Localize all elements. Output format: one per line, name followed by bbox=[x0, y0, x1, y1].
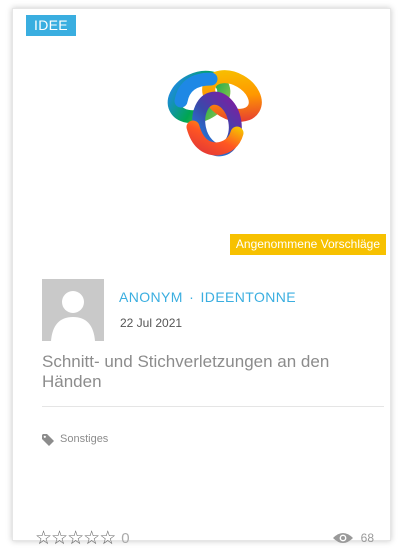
divider bbox=[42, 406, 384, 407]
star-outline-icon[interactable]: ☆ bbox=[51, 529, 68, 548]
star-outline-icon[interactable]: ☆ bbox=[99, 529, 116, 548]
star-outline-icon[interactable]: ☆ bbox=[67, 529, 84, 548]
status-badge: Angenommene Vorschläge bbox=[229, 234, 386, 255]
view-count-value: 68 bbox=[360, 531, 374, 545]
star-outline-icon[interactable]: ☆ bbox=[35, 529, 52, 548]
default-user-avatar-icon bbox=[42, 279, 104, 341]
tag-link[interactable]: Sonstiges bbox=[42, 433, 108, 446]
tag-icon bbox=[42, 433, 54, 446]
eye-icon bbox=[332, 533, 353, 543]
author-line: ANONYM · IDEENTONNE bbox=[119, 289, 296, 305]
author-separator: · bbox=[189, 289, 195, 305]
avatar[interactable] bbox=[42, 279, 104, 341]
view-count: 68 bbox=[332, 531, 374, 545]
star-rating[interactable]: ☆ ☆ ☆ ☆ ☆ 0 bbox=[35, 529, 130, 548]
author-name[interactable]: ANONYM bbox=[119, 289, 183, 305]
rating-count: 0 bbox=[121, 530, 130, 547]
category-link[interactable]: IDEENTONNE bbox=[201, 289, 297, 305]
idea-title[interactable]: Schnitt- und Stichverletzungen an den Hä… bbox=[42, 352, 382, 392]
rainbow-knot-logo bbox=[167, 70, 262, 157]
star-outline-icon[interactable]: ☆ bbox=[83, 529, 100, 548]
idea-card[interactable]: IDEE Angenommene Vorschläge ANONYM · IDE… bbox=[12, 8, 391, 548]
post-date: 22 Jul 2021 bbox=[120, 316, 183, 330]
type-badge: IDEE bbox=[26, 15, 76, 36]
tag-label: Sonstiges bbox=[60, 433, 109, 445]
